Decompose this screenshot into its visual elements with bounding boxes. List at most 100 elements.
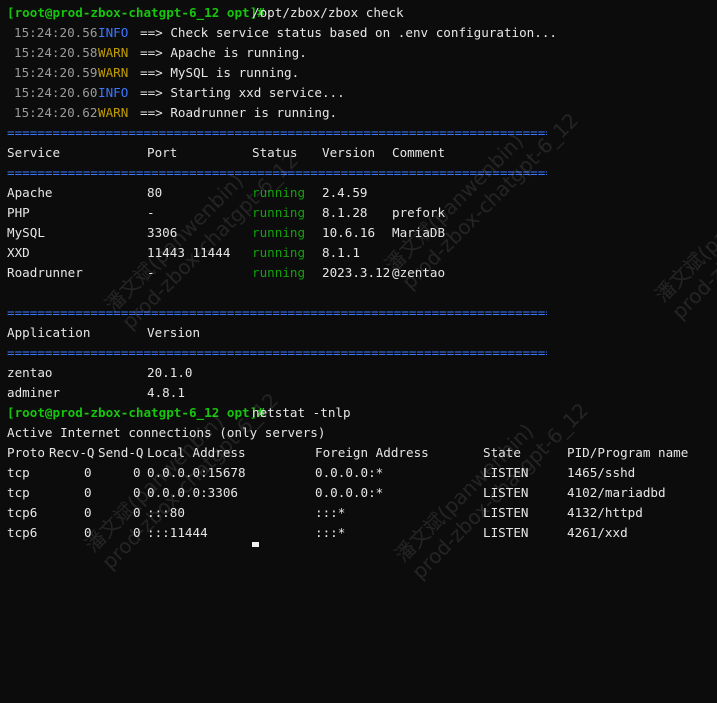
service-port: 3306	[147, 225, 178, 240]
table-row: PHP - running 8.1.28 prefork	[7, 203, 445, 223]
application-version: 4.8.1	[147, 385, 185, 400]
service-version: 2023.3.12	[322, 265, 391, 280]
terminal-window[interactable]: [root@prod-zbox-chatgpt-6_12 opt]# /opt/…	[0, 0, 717, 584]
application-name: zentao	[7, 365, 53, 380]
recvq-cell: 0	[84, 465, 92, 480]
recvq-cell: 0	[84, 485, 92, 500]
service-status: running	[252, 245, 306, 260]
column-header: Version	[147, 325, 201, 340]
service-status: running	[252, 205, 306, 220]
command-text: netstat -tnlp	[252, 405, 351, 420]
table-row: tcp6 0 0 :::11444 :::* LISTEN 4261/xxd	[7, 523, 628, 543]
divider-rule: ========================================…	[7, 125, 547, 140]
sendq-cell: 0	[133, 505, 141, 520]
service-name: PHP	[7, 205, 30, 220]
foreign-address-cell: 0.0.0.0:*	[315, 485, 384, 500]
table-row: tcp 0 0 0.0.0.0:3306 0.0.0.0:* LISTEN 41…	[7, 483, 666, 503]
local-address-cell: 0.0.0.0:3306	[147, 485, 238, 500]
recvq-cell: 0	[84, 505, 92, 520]
pid-program-cell: 4261/xxd	[567, 525, 628, 540]
local-address-cell: 0.0.0.0:15678	[147, 465, 246, 480]
service-name: Apache	[7, 185, 53, 200]
netstat-title: Active Internet connections (only server…	[7, 425, 326, 440]
column-header: Version	[322, 145, 376, 160]
column-header: State	[483, 445, 521, 460]
column-header: Proto	[7, 445, 45, 460]
column-header: Status	[252, 145, 298, 160]
shell-prompt: [root@prod-zbox-chatgpt-6_12 opt]#	[7, 405, 265, 420]
log-line: 15:24:20.56 INFO ==> Check service statu…	[7, 23, 557, 43]
log-message: ==> Apache is running.	[140, 45, 307, 60]
log-time: 15:24:20.60	[14, 85, 98, 100]
table-row: zentao 20.1.0	[7, 363, 193, 383]
service-status: running	[252, 185, 306, 200]
recvq-cell: 0	[84, 525, 92, 540]
proto-cell: tcp6	[7, 525, 38, 540]
table-row: Apache 80 running 2.4.59	[7, 183, 368, 203]
column-header: Foreign Address	[315, 445, 429, 460]
divider-rule: ========================================…	[7, 345, 547, 360]
log-level: INFO	[98, 85, 129, 100]
service-version: 2.4.59	[322, 185, 368, 200]
watermark: 潘文斌(panwenbin) prod-zbox-chatgpt-6_12	[650, 138, 717, 324]
shell-prompt: [root@prod-zbox-chatgpt-6_12 opt]#	[7, 5, 265, 20]
log-time: 15:24:20.56	[14, 25, 98, 40]
log-time: 15:24:20.62	[14, 105, 98, 120]
column-header: Local Address	[147, 445, 246, 460]
pid-program-cell: 4102/mariadbd	[567, 485, 666, 500]
column-header: Application	[7, 325, 91, 340]
service-port: -	[147, 265, 155, 280]
sendq-cell: 0	[133, 465, 141, 480]
log-time: 15:24:20.59	[14, 65, 98, 80]
column-header: Send-Q	[98, 445, 144, 460]
table-row: tcp6 0 0 :::80 :::* LISTEN 4132/httpd	[7, 503, 643, 523]
service-port: 11443 11444	[147, 245, 231, 260]
table-row: adminer 4.8.1	[7, 383, 185, 403]
proto-cell: tcp	[7, 485, 30, 500]
prompt-line: [root@prod-zbox-chatgpt-6_12 opt]# netst…	[7, 403, 351, 423]
service-version: 10.6.16	[322, 225, 376, 240]
divider-rule: ========================================…	[7, 305, 547, 320]
sendq-cell: 0	[133, 525, 141, 540]
service-comment: prefork	[392, 205, 446, 220]
state-cell: LISTEN	[483, 485, 529, 500]
applications-header-row: Application Version	[7, 323, 200, 343]
service-name: Roadrunner	[7, 265, 83, 280]
service-name: MySQL	[7, 225, 45, 240]
service-version: 8.1.1	[322, 245, 360, 260]
log-message: ==> Check service status based on .env c…	[140, 25, 558, 40]
netstat-header-row: Proto Recv-Q Send-Q Local Address Foreig…	[7, 443, 688, 463]
pid-program-cell: 4132/httpd	[567, 505, 643, 520]
service-status: running	[252, 265, 306, 280]
column-header: Service	[7, 145, 61, 160]
proto-cell: tcp6	[7, 505, 38, 520]
foreign-address-cell: :::*	[315, 525, 346, 540]
text-cursor	[252, 542, 259, 547]
table-row: MySQL 3306 running 10.6.16 MariaDB	[7, 223, 445, 243]
column-header: PID/Program name	[567, 445, 689, 460]
log-message: ==> Starting xxd service...	[140, 85, 345, 100]
application-version: 20.1.0	[147, 365, 193, 380]
table-row: tcp 0 0 0.0.0.0:15678 0.0.0.0:* LISTEN 1…	[7, 463, 635, 483]
log-time: 15:24:20.58	[14, 45, 98, 60]
proto-cell: tcp	[7, 465, 30, 480]
service-comment: MariaDB	[392, 225, 446, 240]
application-name: adminer	[7, 385, 61, 400]
state-cell: LISTEN	[483, 525, 529, 540]
log-level: WARN	[98, 105, 129, 120]
log-line: 15:24:20.60 INFO ==> Starting xxd servic…	[7, 83, 345, 103]
log-level: WARN	[98, 45, 129, 60]
log-level: INFO	[98, 25, 129, 40]
local-address-cell: :::11444	[147, 525, 208, 540]
column-header: Port	[147, 145, 178, 160]
service-comment: @zentao	[392, 265, 446, 280]
service-version: 8.1.28	[322, 205, 368, 220]
state-cell: LISTEN	[483, 505, 529, 520]
service-port: 80	[147, 185, 163, 200]
services-header-row: Service Port Status Version Comment	[7, 143, 445, 163]
service-status: running	[252, 225, 306, 240]
log-message: ==> Roadrunner is running.	[140, 105, 338, 120]
log-level: WARN	[98, 65, 129, 80]
table-row: XXD 11443 11444 running 8.1.1	[7, 243, 360, 263]
divider-rule: ========================================…	[7, 165, 547, 180]
